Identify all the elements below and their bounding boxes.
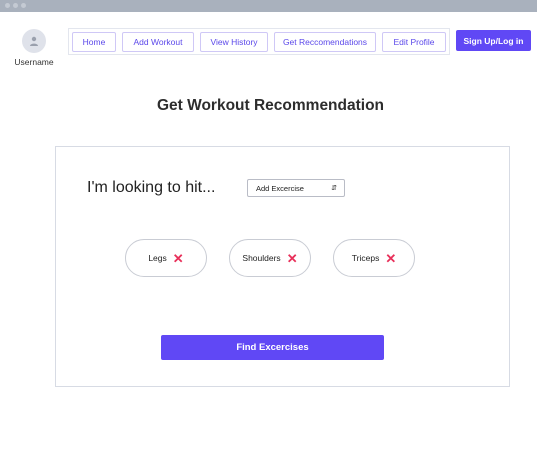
chip-legs: Legs ✕ — [125, 239, 207, 277]
recommendation-card: I'm looking to hit... Add Excercise ⇵ Le… — [55, 146, 510, 387]
window-controls — [5, 3, 26, 8]
window-titlebar — [0, 0, 537, 12]
find-exercises-button[interactable]: Find Excercises — [161, 335, 384, 360]
signup-login-button[interactable]: Sign Up/Log in — [456, 30, 531, 51]
user-profile[interactable]: Username — [12, 29, 56, 67]
remove-icon[interactable]: ✕ — [173, 252, 184, 265]
nav-add-workout-button[interactable]: Add Workout — [122, 31, 194, 52]
selected-muscle-chips: Legs ✕ Shoulders ✕ Triceps ✕ — [56, 239, 509, 277]
window-dot-icon[interactable] — [13, 3, 18, 8]
nav-get-recommendations-button[interactable]: Get Reccomendations — [274, 31, 376, 52]
exercise-select-value: Add Excercise — [256, 183, 304, 193]
main-nav: Home Add Workout View History Get Reccom… — [68, 28, 450, 55]
avatar[interactable] — [22, 29, 46, 53]
chip-triceps: Triceps ✕ — [333, 239, 415, 277]
chip-label: Triceps — [351, 253, 380, 263]
username-label: Username — [14, 57, 54, 67]
window-dot-icon[interactable] — [5, 3, 10, 8]
exercise-select[interactable]: Add Excercise ⇵ — [247, 179, 345, 197]
prompt-text: I'm looking to hit... — [87, 179, 216, 196]
remove-icon[interactable]: ✕ — [385, 252, 396, 265]
chip-label: Legs — [148, 253, 167, 263]
nav-view-history-button[interactable]: View History — [200, 31, 268, 52]
window-dot-icon[interactable] — [21, 3, 26, 8]
remove-icon[interactable]: ✕ — [287, 252, 298, 265]
page-title: Get Workout Recommendation — [156, 97, 385, 114]
nav-home-button[interactable]: Home — [72, 31, 116, 52]
nav-edit-profile-button[interactable]: Edit Profile — [382, 31, 446, 52]
chip-shoulders: Shoulders ✕ — [229, 239, 311, 277]
chip-label: Shoulders — [242, 253, 281, 263]
updown-caret-icon: ⇵ — [331, 185, 337, 192]
user-icon — [30, 36, 38, 46]
